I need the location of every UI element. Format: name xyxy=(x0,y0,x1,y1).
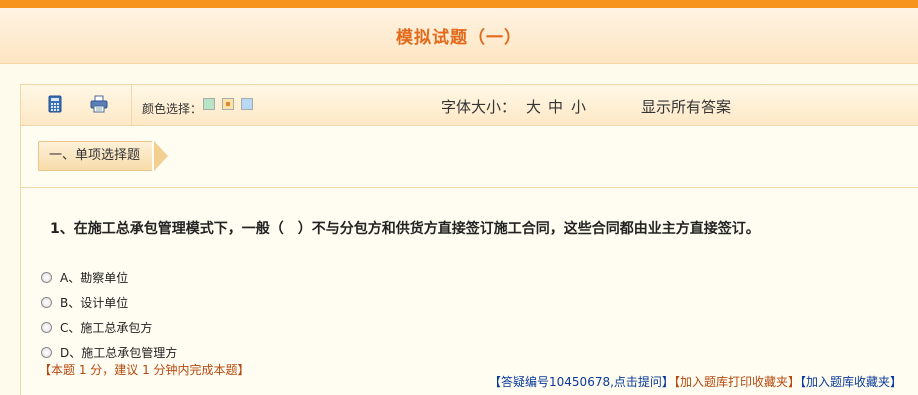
option-c[interactable]: C、施工总承包方 xyxy=(41,318,152,336)
option-label: B、设计单位 xyxy=(60,295,129,310)
font-size-small[interactable]: 小 xyxy=(571,96,586,117)
ask-question-link[interactable]: 答疑编号10450678,点击提问 xyxy=(501,375,662,389)
page-title: 模拟试题（一） xyxy=(396,28,522,48)
selected-marker-icon xyxy=(226,102,230,106)
section-header: 一、单项选择题 xyxy=(21,125,918,188)
radio-button[interactable] xyxy=(41,346,52,358)
bracket: 】 xyxy=(890,375,903,389)
bracket: 【 xyxy=(489,375,502,389)
radio-button[interactable] xyxy=(41,296,52,308)
option-d[interactable]: D、施工总承包管理方 xyxy=(41,343,177,361)
section-tab-arrow xyxy=(154,141,168,171)
option-label: A、勘察单位 xyxy=(60,270,129,285)
radio-button[interactable] xyxy=(41,271,52,283)
calculator-icon[interactable] xyxy=(46,95,64,113)
section-tab: 一、单项选择题 xyxy=(38,141,153,171)
font-size-large[interactable]: 大 xyxy=(526,96,541,117)
color-select-label: 颜色选择： xyxy=(142,102,203,116)
color-swatch-blue[interactable] xyxy=(241,98,253,110)
toolbar: 颜色选择： 字体大小： 大 中 小 显示所有答案 xyxy=(21,85,918,126)
add-print-favorites-link[interactable]: 加入题库打印收藏夹 xyxy=(680,375,788,389)
font-size-medium[interactable]: 中 xyxy=(548,96,563,117)
printer-icon[interactable] xyxy=(90,95,108,113)
title-band: 模拟试题（一） xyxy=(0,8,918,64)
option-b[interactable]: B、设计单位 xyxy=(41,293,128,311)
question-text: 1、在施工总承包管理模式下，一般（ ）不与分包方和供货方直接签订施工合同，这些合… xyxy=(50,221,760,237)
bracket: 】 xyxy=(661,375,674,389)
color-swatch-green[interactable] xyxy=(203,98,215,110)
bracket: 】 xyxy=(787,375,800,389)
toolbar-divider xyxy=(131,85,132,125)
top-accent-bar xyxy=(0,0,918,8)
option-a[interactable]: A、勘察单位 xyxy=(41,268,128,286)
footer-links: 【答疑编号10450678,点击提问】【加入题库打印收藏夹】【加入题库收藏夹】 xyxy=(489,373,902,390)
font-size-label: 字体大小： xyxy=(441,98,517,116)
option-label: C、施工总承包方 xyxy=(60,320,153,335)
score-note: 【本题 1 分，建议 1 分钟内完成本题】 xyxy=(39,363,250,377)
color-swatch-orange[interactable] xyxy=(222,98,234,110)
radio-button[interactable] xyxy=(41,321,52,333)
add-favorites-link[interactable]: 加入题库收藏夹 xyxy=(806,375,890,389)
show-all-answers-button[interactable]: 显示所有答案 xyxy=(641,96,731,117)
exam-panel: 颜色选择： 字体大小： 大 中 小 显示所有答案 一、单项选择题 1、在施工总承… xyxy=(20,84,918,395)
option-label: D、施工总承包管理方 xyxy=(60,345,178,360)
